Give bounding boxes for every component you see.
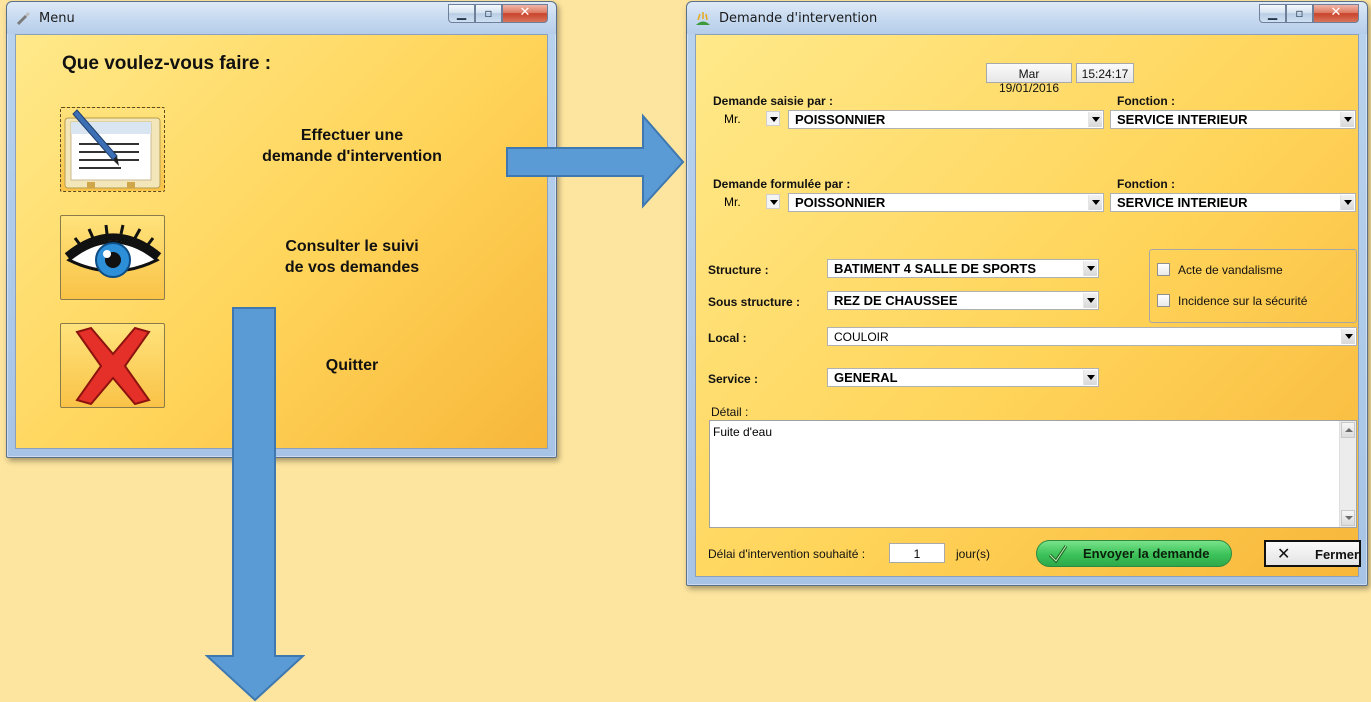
requested-by-name-value: POISSONNIER: [795, 195, 886, 210]
delay-unit: jour(s): [956, 547, 991, 561]
menu-window-controls: ▁ ▫ ✕: [448, 4, 548, 23]
send-request-label: Envoyer la demande: [1083, 546, 1210, 561]
checkmark-icon: [1048, 545, 1068, 564]
local-select[interactable]: COULOIR: [827, 327, 1357, 346]
track-requests-button[interactable]: [60, 215, 165, 300]
delay-input[interactable]: 1: [889, 543, 945, 563]
requested-by-title-select[interactable]: Mr.: [718, 193, 784, 212]
request-window-title: Demande d'intervention: [719, 11, 878, 26]
date-display: Mar 19/01/2016: [986, 63, 1072, 95]
request-window-controls: ▁ ▫ ✕: [1259, 4, 1359, 23]
requested-by-label: Demande formulée par :: [713, 177, 851, 191]
chevron-down-icon: [1083, 293, 1097, 308]
chevron-down-icon: [1083, 261, 1097, 276]
checkbox-group: [1149, 249, 1357, 323]
entered-by-function-select[interactable]: SERVICE INTERIEUR: [1110, 110, 1356, 129]
minimize-icon: ▁: [1267, 6, 1278, 20]
close-button[interactable]: ✕: [502, 4, 548, 23]
detail-value: Fuite d'eau: [713, 425, 772, 439]
chevron-down-icon: [766, 194, 780, 209]
vandalism-checkbox-row[interactable]: Acte de vandalisme: [1157, 263, 1283, 277]
track-requests-label-line2: de vos demandes: [284, 259, 420, 276]
requested-by-function-label: Fonction :: [1117, 177, 1175, 191]
close-button[interactable]: ✕: [1313, 4, 1359, 23]
vandalism-label: Acte de vandalisme: [1178, 263, 1283, 277]
maximize-button[interactable]: ▫: [475, 4, 502, 23]
structure-select[interactable]: BATIMENT 4 SALLE DE SPORTS: [827, 259, 1099, 278]
entered-by-title-select[interactable]: Mr.: [718, 110, 784, 129]
minimize-button[interactable]: ▁: [448, 4, 475, 23]
service-select[interactable]: GENERAL: [827, 368, 1099, 387]
service-label: Service :: [708, 372, 759, 386]
menu-heading: Que voulez-vous faire :: [62, 53, 272, 74]
entered-by-function-label: Fonction :: [1117, 94, 1175, 108]
sub-structure-label: Sous structure :: [708, 295, 801, 309]
minimize-button[interactable]: ▁: [1259, 4, 1286, 23]
request-window-icon: [696, 12, 710, 25]
sub-structure-select[interactable]: REZ DE CHAUSSEE: [827, 291, 1099, 310]
right-arrow: [506, 113, 685, 209]
entered-by-label: Demande saisie par :: [713, 94, 834, 108]
structure-value: BATIMENT 4 SALLE DE SPORTS: [834, 261, 1036, 276]
track-requests-label-line1: Consulter le suivi: [285, 238, 419, 255]
security-checkbox[interactable]: [1157, 294, 1170, 307]
chevron-down-icon: [1088, 112, 1102, 127]
close-icon: ✕: [519, 5, 531, 20]
new-request-label[interactable]: Effectuer une demande d'intervention: [222, 125, 482, 167]
maximize-button[interactable]: ▫: [1286, 4, 1313, 23]
structure-label: Structure :: [708, 263, 769, 277]
entered-by-name-select[interactable]: POISSONNIER: [788, 110, 1104, 129]
vandalism-checkbox[interactable]: [1157, 263, 1170, 276]
entered-by-title-value: Mr.: [724, 112, 741, 126]
document-pen-icon: [64, 109, 161, 189]
detail-textarea[interactable]: Fuite d'eau: [709, 420, 1357, 528]
minimize-icon: ▁: [456, 6, 467, 20]
delay-label: Délai d'intervention souhaité :: [708, 547, 866, 561]
red-x-icon: [75, 326, 151, 406]
send-request-button[interactable]: Envoyer la demande: [1036, 540, 1232, 567]
chevron-down-icon: [1083, 370, 1097, 385]
requested-by-title-value: Mr.: [724, 195, 741, 209]
chevron-down-icon: [766, 111, 780, 126]
menu-titlebar[interactable]: Menu ▁ ▫ ✕: [7, 2, 556, 34]
maximize-icon: ▫: [1295, 6, 1304, 20]
time-display: 15:24:17: [1076, 63, 1134, 83]
new-request-label-line2: demande d'intervention: [262, 148, 442, 165]
chevron-down-icon: [1088, 195, 1102, 210]
maximize-icon: ▫: [484, 6, 493, 20]
menu-window-icon: [17, 12, 30, 25]
service-value: GENERAL: [834, 370, 898, 385]
new-request-button[interactable]: [60, 107, 165, 192]
menu-window-title: Menu: [39, 11, 75, 26]
scroll-down-icon[interactable]: [1341, 510, 1355, 526]
detail-label: Détail :: [711, 405, 749, 419]
local-label: Local :: [708, 331, 747, 345]
new-request-label-line1: Effectuer une: [300, 127, 404, 144]
entered-by-name-value: POISSONNIER: [795, 112, 886, 127]
eye-icon: [64, 224, 162, 278]
entered-by-function-value: SERVICE INTERIEUR: [1117, 112, 1248, 127]
request-window: Demande d'intervention ▁ ▫ ✕ Mar 19/01/2…: [686, 1, 1368, 586]
chevron-down-icon: [1340, 195, 1354, 210]
sub-structure-value: REZ DE CHAUSSEE: [834, 293, 958, 308]
quit-button[interactable]: [60, 323, 165, 408]
requested-by-name-select[interactable]: POISSONNIER: [788, 193, 1104, 212]
chevron-down-icon: [1341, 329, 1355, 344]
security-checkbox-row[interactable]: Incidence sur la sécurité: [1157, 294, 1307, 308]
down-arrow: [205, 307, 305, 702]
track-requests-label[interactable]: Consulter le suivi de vos demandes: [222, 236, 482, 278]
close-form-button[interactable]: ✕ Fermer: [1264, 540, 1361, 567]
requested-by-function-value: SERVICE INTERIEUR: [1117, 195, 1248, 210]
request-client-area: Mar 19/01/2016 15:24:17 Demande saisie p…: [695, 34, 1361, 577]
scroll-up-icon[interactable]: [1341, 422, 1355, 438]
close-icon: ✕: [1330, 5, 1342, 20]
requested-by-function-select[interactable]: SERVICE INTERIEUR: [1110, 193, 1356, 212]
close-x-icon: ✕: [1277, 546, 1291, 563]
chevron-down-icon: [1340, 112, 1354, 127]
request-titlebar[interactable]: Demande d'intervention ▁ ▫ ✕: [687, 2, 1367, 34]
security-label: Incidence sur la sécurité: [1178, 294, 1308, 308]
detail-scrollbar[interactable]: [1339, 421, 1356, 527]
local-value: COULOIR: [834, 330, 889, 344]
close-form-label: Fermer: [1315, 547, 1360, 562]
